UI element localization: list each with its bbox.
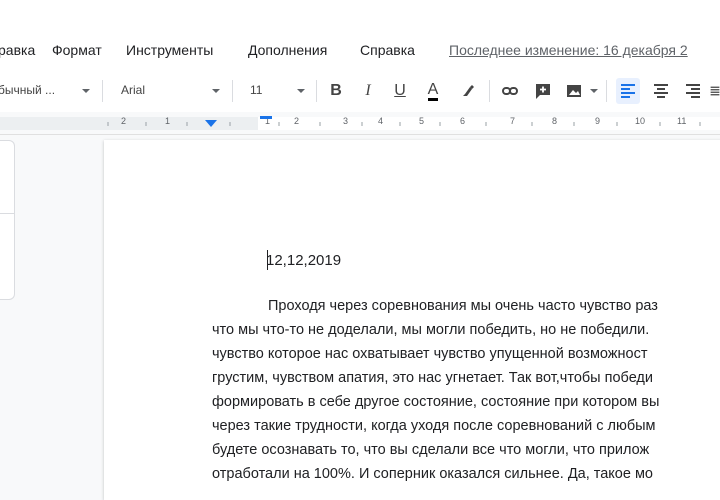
document-date: 12,12,2019: [266, 252, 342, 269]
chevron-down-icon: [212, 89, 220, 93]
menu-item-format[interactable]: Формат: [52, 42, 102, 58]
font-size-select[interactable]: 11: [250, 83, 262, 97]
align-right-button[interactable]: [681, 78, 705, 104]
insert-image-button[interactable]: [562, 78, 586, 104]
italic-icon: I: [365, 82, 371, 99]
insert-comment-button[interactable]: [531, 78, 555, 104]
align-center-icon: [654, 84, 668, 98]
toolbar-divider: [606, 80, 607, 102]
ruler-ticks: [107, 122, 701, 126]
menu-bar: равка Формат Инструменты Дополнения Спра…: [0, 0, 720, 70]
underline-icon: U: [394, 82, 406, 99]
add-comment-icon: [536, 84, 550, 99]
align-justify-icon: [710, 86, 720, 96]
toolbar-divider: [489, 80, 490, 102]
text-color-icon: A: [427, 81, 439, 101]
toolbar-divider: [102, 80, 103, 102]
italic-button[interactable]: I: [356, 78, 380, 104]
bold-button[interactable]: B: [324, 78, 348, 104]
panel-divider: [0, 213, 14, 214]
align-left-icon: [621, 84, 635, 98]
text-color-button[interactable]: A: [421, 78, 445, 104]
align-center-button[interactable]: [649, 78, 673, 104]
document-outline-panel[interactable]: [0, 140, 15, 300]
paragraph-line: через такие трудности, когда уходя после…: [212, 418, 656, 434]
paragraph-line: что мы что-то не доделали, мы могли побе…: [212, 322, 650, 338]
paragraph-line: грустим, чувством апатия, это нас угнета…: [212, 370, 653, 386]
ruler[interactable]: 2 1 1 2 3 4 5 6 7 8 9 10 11: [0, 112, 720, 135]
menu-item-edit[interactable]: равка: [0, 42, 35, 58]
underline-button[interactable]: U: [388, 78, 412, 104]
highlighter-icon: [463, 85, 474, 96]
toolbar-divider: [316, 80, 317, 102]
paragraph-line: будете осознавать то, что вы сделали все…: [212, 442, 650, 458]
menu-item-tools[interactable]: Инструменты: [126, 42, 213, 58]
chevron-down-icon: [297, 89, 305, 93]
chevron-down-icon: [82, 89, 90, 93]
toolbar-divider: [232, 80, 233, 102]
align-justify-button[interactable]: [710, 78, 720, 104]
left-indent-marker[interactable]: [205, 120, 217, 128]
bold-icon: B: [330, 82, 342, 99]
highlight-button[interactable]: [456, 78, 480, 104]
paragraph-line: Проходя через соревнования мы очень част…: [268, 298, 658, 314]
style-select[interactable]: бычный ...: [0, 83, 55, 97]
last-edit-link[interactable]: Последнее изменение: 16 декабря 2: [449, 42, 688, 58]
chevron-down-icon: [590, 89, 598, 93]
insert-link-button[interactable]: [498, 78, 522, 104]
paragraph-line: чувство которое нас охватывает чувство у…: [212, 346, 648, 362]
menu-item-help[interactable]: Справка: [360, 42, 415, 58]
first-line-indent-marker[interactable]: [260, 116, 272, 119]
paragraph-line: формировать в себе другое состояние, сос…: [212, 394, 660, 410]
link-icon: [502, 87, 518, 95]
align-right-icon: [686, 84, 700, 98]
toolbar: бычный ... Arial 11 B I U A: [0, 70, 720, 113]
menu-item-addons[interactable]: Дополнения: [248, 42, 327, 58]
align-left-button[interactable]: [616, 78, 640, 104]
image-icon: [567, 85, 581, 97]
font-select[interactable]: Arial: [121, 83, 145, 97]
